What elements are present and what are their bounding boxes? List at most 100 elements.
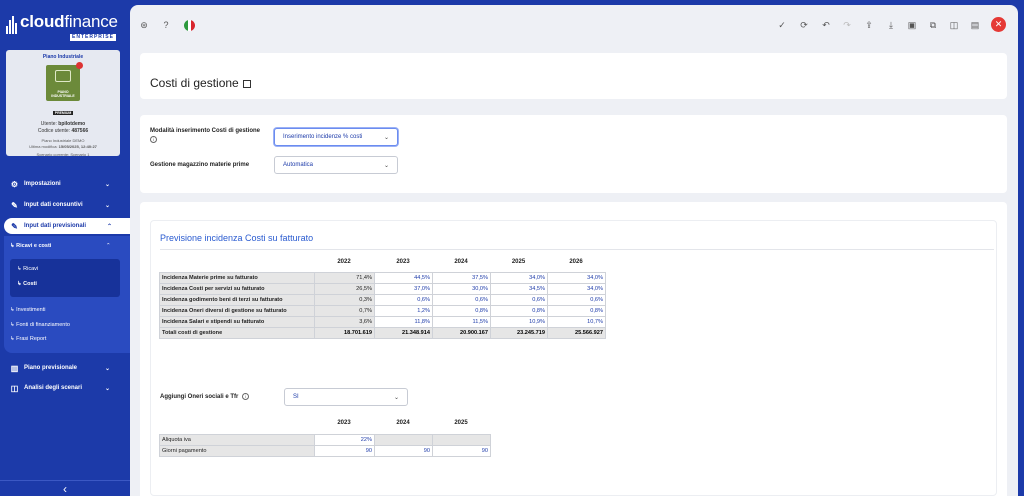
cell-input[interactable]: 30,0% — [432, 283, 491, 295]
check-icon[interactable]: ✓ — [776, 19, 788, 31]
cell-input[interactable]: 10,7% — [547, 316, 606, 328]
close-icon: ✕ — [994, 19, 1003, 29]
split-view-icon[interactable]: ◫ — [948, 19, 960, 31]
chevron-up-icon: ⌃ — [106, 243, 111, 249]
total-cell: 20.900.167 — [432, 327, 491, 339]
social-label: Aggiungi Oneri sociali e Tfr i — [160, 393, 249, 402]
brand-name: cloud — [20, 12, 65, 31]
chevron-down-icon: ⌄ — [104, 365, 110, 372]
row-label: Totali costi di gestione — [159, 327, 315, 339]
year-header: 2023 — [337, 420, 351, 426]
cell-input[interactable]: 22% — [314, 434, 375, 446]
chevron-down-icon: ⌄ — [393, 394, 399, 401]
cost-table: Incidenza Materie prime su fatturato 71,… — [159, 272, 606, 339]
cell-input[interactable]: 0,6% — [490, 294, 548, 306]
cell-input[interactable]: 34,0% — [547, 272, 606, 284]
cell-readonly — [374, 434, 433, 446]
cell-input[interactable]: 0,6% — [432, 294, 491, 306]
warehouse-select[interactable]: Automatica ⌄ — [274, 156, 398, 174]
sidebar: cloudfinance ENTERPRISE Piano Industrial… — [0, 0, 130, 496]
nav-scenarios[interactable]: ◫ Analisi degli scenari ⌄ — [0, 380, 128, 396]
nav-financing[interactable]: ↳ Fonti di finanziamento — [10, 322, 70, 328]
cell-input[interactable]: 37,5% — [432, 272, 491, 284]
nav-revenues-label: Ricavi — [23, 266, 39, 272]
redo-icon[interactable]: ↷ — [841, 19, 853, 31]
undo-icon[interactable]: ↶ — [820, 19, 832, 31]
nav-actual[interactable]: ✎ Input dati consuntivi ⌄ — [0, 197, 128, 213]
table-row: Incidenza godimento beni di terzi su fat… — [159, 294, 606, 306]
info-icon[interactable]: i — [150, 136, 157, 143]
last-modified-label: Ultima modifica: — [29, 144, 58, 149]
cell-input[interactable]: 90 — [314, 445, 375, 457]
brand-name-light: finance — [64, 12, 118, 31]
layout-icon[interactable]: ▤ — [969, 19, 981, 31]
nav-settings-label: Impostazioni — [24, 181, 61, 187]
cell-readonly: 0,3% — [314, 294, 375, 306]
cell-input[interactable]: 90 — [432, 445, 491, 457]
save-icon[interactable]: ▣ — [906, 19, 918, 31]
user-code: 487566 — [71, 128, 89, 134]
social-select[interactable]: SI ⌄ — [284, 388, 408, 406]
cell-input[interactable]: 1,2% — [374, 305, 433, 317]
row-label: Incidenza Salari e stipendi su fatturato — [159, 316, 315, 328]
nav-plan[interactable]: ▥ Piano previsionale ⌄ — [0, 360, 128, 376]
nav-investments-label: Investimenti — [16, 307, 46, 313]
cell-input[interactable]: 0,6% — [547, 294, 606, 306]
profile-card: Piano Industriale PIANO INDUSTRIALE PREM… — [6, 50, 120, 157]
italy-flag-icon[interactable] — [184, 20, 195, 31]
plan-title: Piano Industriale — [42, 54, 84, 60]
nav-forecast[interactable]: ✎ Input dati previsionali ⌃ — [4, 218, 130, 234]
chevron-down-icon: ⌄ — [383, 162, 389, 169]
title-panel — [140, 53, 1007, 99]
year-header: 2025 — [511, 259, 526, 265]
page-title: Costi di gestione — [150, 76, 251, 90]
cell-input[interactable]: 11,8% — [374, 316, 433, 328]
nav-report-label: Frasi Report — [16, 336, 47, 342]
year-header: 2023 — [396, 259, 410, 265]
chevron-down-icon: ⌄ — [104, 385, 110, 392]
copy-icon[interactable]: ⧉ — [927, 19, 939, 31]
section-title: Previsione incidenza Costi su fatturato — [160, 233, 314, 243]
cell-input[interactable]: 0,8% — [490, 305, 548, 317]
cell-input[interactable]: 34,5% — [490, 283, 548, 295]
cell-input[interactable]: 10,9% — [490, 316, 548, 328]
mode-select[interactable]: Inserimento incidenze % costi ⌄ — [274, 128, 398, 146]
cell-input[interactable]: 37,0% — [374, 283, 433, 295]
table-row: Incidenza Costi per servizi su fatturato… — [159, 283, 606, 295]
cell-readonly: 71,4% — [314, 272, 375, 284]
cell-input[interactable]: 11,5% — [432, 316, 491, 328]
close-button[interactable]: ✕ — [991, 17, 1006, 32]
question-icon[interactable]: ? — [160, 19, 172, 31]
row-label: Giorni pagamento — [159, 445, 315, 457]
upload-icon[interactable]: ⇪ — [863, 19, 875, 31]
warehouse-select-value: Automatica — [283, 162, 314, 168]
table-row: Incidenza Materie prime su fatturato 71,… — [159, 272, 606, 284]
cell-readonly — [432, 434, 491, 446]
nav-costs[interactable]: ↳ Costi — [17, 281, 37, 287]
cell-input[interactable]: 44,5% — [374, 272, 433, 284]
cell-input[interactable]: 0,6% — [374, 294, 433, 306]
nav-plan-label: Piano previsionale — [24, 365, 78, 371]
chevron-down-icon: ⌄ — [104, 202, 110, 209]
nav-revenues[interactable]: ↳ Ricavi — [17, 266, 38, 272]
cell-input[interactable]: 90 — [374, 445, 433, 457]
nav-report[interactable]: ↳ Frasi Report — [10, 336, 46, 342]
columns-icon: ◫ — [10, 383, 19, 393]
premium-badge: PREMIUM — [52, 111, 74, 115]
download-icon[interactable]: ⤓ — [885, 19, 897, 31]
info-icon[interactable]: i — [241, 393, 249, 400]
refresh-icon[interactable]: ⟳ — [798, 19, 810, 31]
cell-input[interactable]: 34,0% — [490, 272, 548, 284]
collapse-sidebar-button[interactable]: ‹ — [0, 480, 130, 496]
cell-input[interactable]: 0,8% — [432, 305, 491, 317]
chevron-down-icon: ⌄ — [383, 134, 389, 141]
nav-settings[interactable]: ⚙ Impostazioni ⌄ — [0, 176, 128, 192]
help-ring-icon[interactable]: ⊛ — [138, 19, 150, 31]
total-cell: 25.566.927 — [547, 327, 606, 339]
nav-revenues-costs[interactable]: ↳ Ricavi e costi — [10, 243, 51, 249]
cell-input[interactable]: 0,8% — [547, 305, 606, 317]
nav-investments[interactable]: ↳ Investimenti — [10, 307, 46, 313]
book-icon[interactable] — [242, 79, 251, 88]
gear-icon: ⚙ — [10, 179, 19, 189]
cell-input[interactable]: 34,0% — [547, 283, 606, 295]
